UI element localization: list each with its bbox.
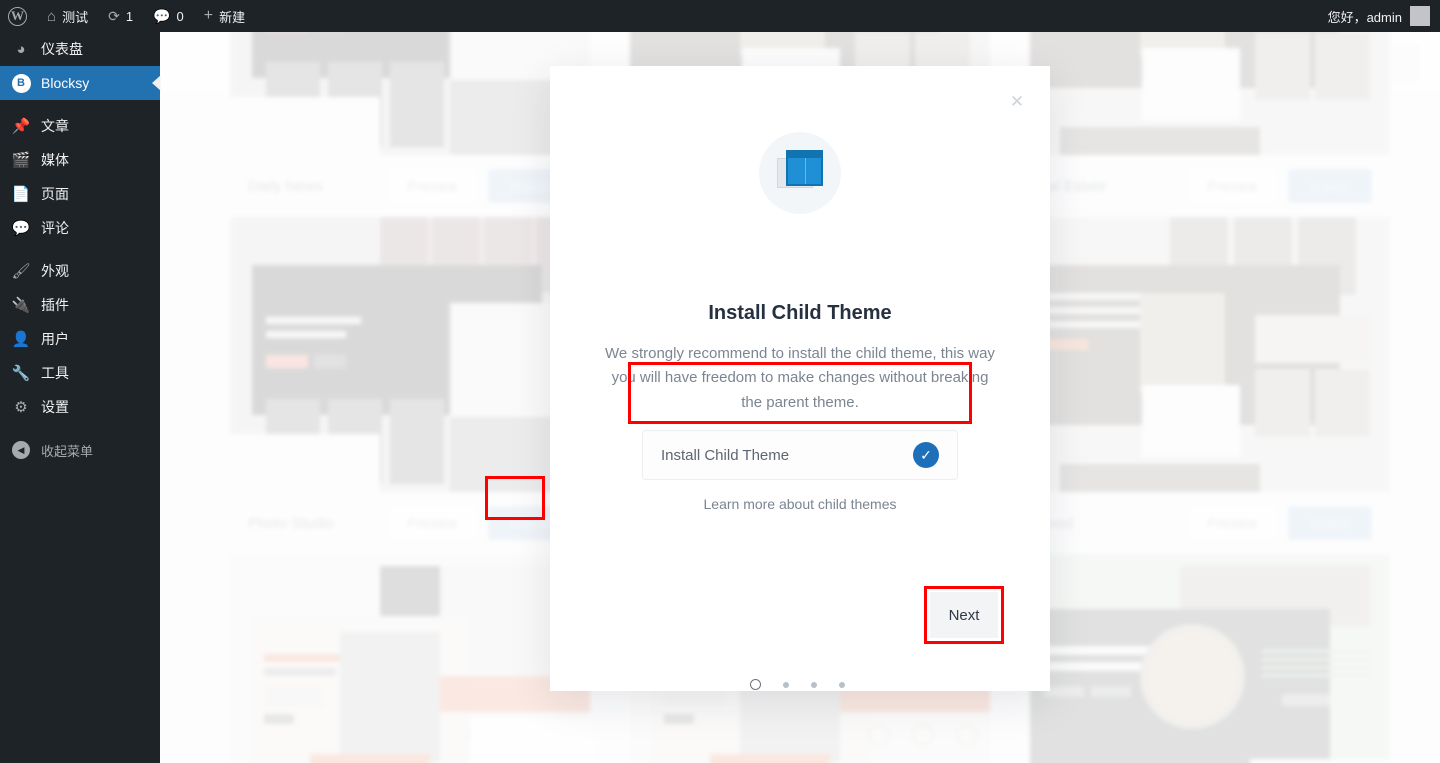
sidebar-separator [0,100,160,109]
sidebar-item-label: 设置 [41,399,69,415]
page-icon: 📄 [11,186,31,203]
step-dot-3[interactable] [811,681,817,688]
wordpress-logo-icon: W [8,6,27,26]
option-label: Install Child Theme [661,446,790,464]
media-icon: 🎬 [11,152,31,169]
sidebar-item-posts[interactable]: 📌 文章 [0,109,160,143]
sidebar-item-label: 工具 [41,365,69,381]
close-icon[interactable]: ✕ [1006,90,1028,112]
collapse-menu-label: 收起菜单 [41,443,94,459]
sidebar-item-users[interactable]: 👤 用户 [0,322,160,356]
updates-menu[interactable]: ⟳ 1 [98,0,143,32]
learn-more-link[interactable]: Learn more about child themes [550,496,1050,512]
step-dot-2[interactable] [783,681,789,688]
sidebar-item-tools[interactable]: 🔧 工具 [0,356,160,390]
comments-menu[interactable]: 💬 0 [143,0,194,32]
sidebar-item-label: 外观 [41,263,69,279]
sidebar-item-label: 媒体 [41,152,69,168]
pin-icon: 📌 [11,118,31,135]
sidebar-item-label: 用户 [41,331,69,347]
home-icon: ⌂ [47,7,57,25]
plugin-icon: 🔌 [11,297,31,314]
import-button-highlight [485,476,545,520]
wp-admin-bar: W ⌂ 测试 ⟳ 1 💬 0 + 新建 您好，admin [0,0,1440,32]
refresh-icon: ⟳ [108,7,120,24]
sidebar-item-comments[interactable]: 💬 评论 [0,211,160,245]
site-name-menu[interactable]: ⌂ 测试 [37,0,98,32]
sidebar-item-appearance[interactable]: 🖌 外观 [0,254,160,288]
dashboard-icon: ◕ [16,40,26,58]
blocksy-icon: B [11,73,31,93]
sidebar-item-blocksy[interactable]: B Blocksy [0,66,160,100]
sidebar-item-label: 仪表盘 [41,41,83,57]
chevron-left-icon: ◀ [11,441,31,459]
new-content-menu[interactable]: + 新建 [194,0,255,32]
sidebar-item-media[interactable]: 🎬 媒体 [0,143,160,177]
next-button-highlight [924,586,1004,644]
appearance-brush-icon: 🖌 [11,263,31,280]
collapse-menu-button[interactable]: ◀ 收起菜单 [0,433,160,467]
comments-count: 0 [176,8,184,24]
sidebar-item-label: 页面 [41,186,69,202]
sidebar-item-label: Blocksy [41,75,90,91]
comment-icon: 💬 [11,220,31,237]
sidebar-item-dashboard[interactable]: ◕ 仪表盘 [0,32,160,66]
wrench-icon: 🔧 [11,365,31,382]
account-menu[interactable]: 您好，admin [1328,6,1440,26]
site-name-label: 测试 [62,9,89,25]
sidebar-item-pages[interactable]: 📄 页面 [0,177,160,211]
updates-count: 1 [125,8,134,24]
avatar [1410,6,1430,26]
user-icon: 👤 [11,331,31,348]
sidebar-item-plugins[interactable]: 🔌 插件 [0,288,160,322]
check-circle-icon[interactable]: ✓ [913,442,939,468]
sidebar-item-label: 文章 [41,118,69,134]
greeting-label: 您好，admin [1327,9,1402,25]
step-dot-1[interactable] [750,679,761,690]
wordpress-logo-button[interactable]: W [0,0,37,32]
step-dot-4[interactable] [839,681,845,688]
install-child-theme-option-highlight [628,362,972,424]
step-indicator [750,679,845,690]
sidebar-item-label: 评论 [41,220,69,236]
child-theme-windows-icon [759,132,841,214]
sidebar-separator [0,245,160,254]
sidebar-item-label: 插件 [41,297,69,313]
comment-icon: 💬 [153,7,171,24]
install-child-theme-option[interactable]: Install Child Theme ✓ [642,430,958,480]
settings-icon: ⚙ [14,399,28,416]
admin-sidebar: ◕ 仪表盘 B Blocksy 📌 文章 🎬 媒体 📄 页面 💬 评论 🖌 外观… [0,32,160,763]
sidebar-separator [0,424,160,433]
plus-icon: + [203,7,214,24]
sidebar-item-settings[interactable]: ⚙ 设置 [0,390,160,424]
modal-title: Install Child Theme [708,302,892,324]
new-content-label: 新建 [219,9,246,25]
